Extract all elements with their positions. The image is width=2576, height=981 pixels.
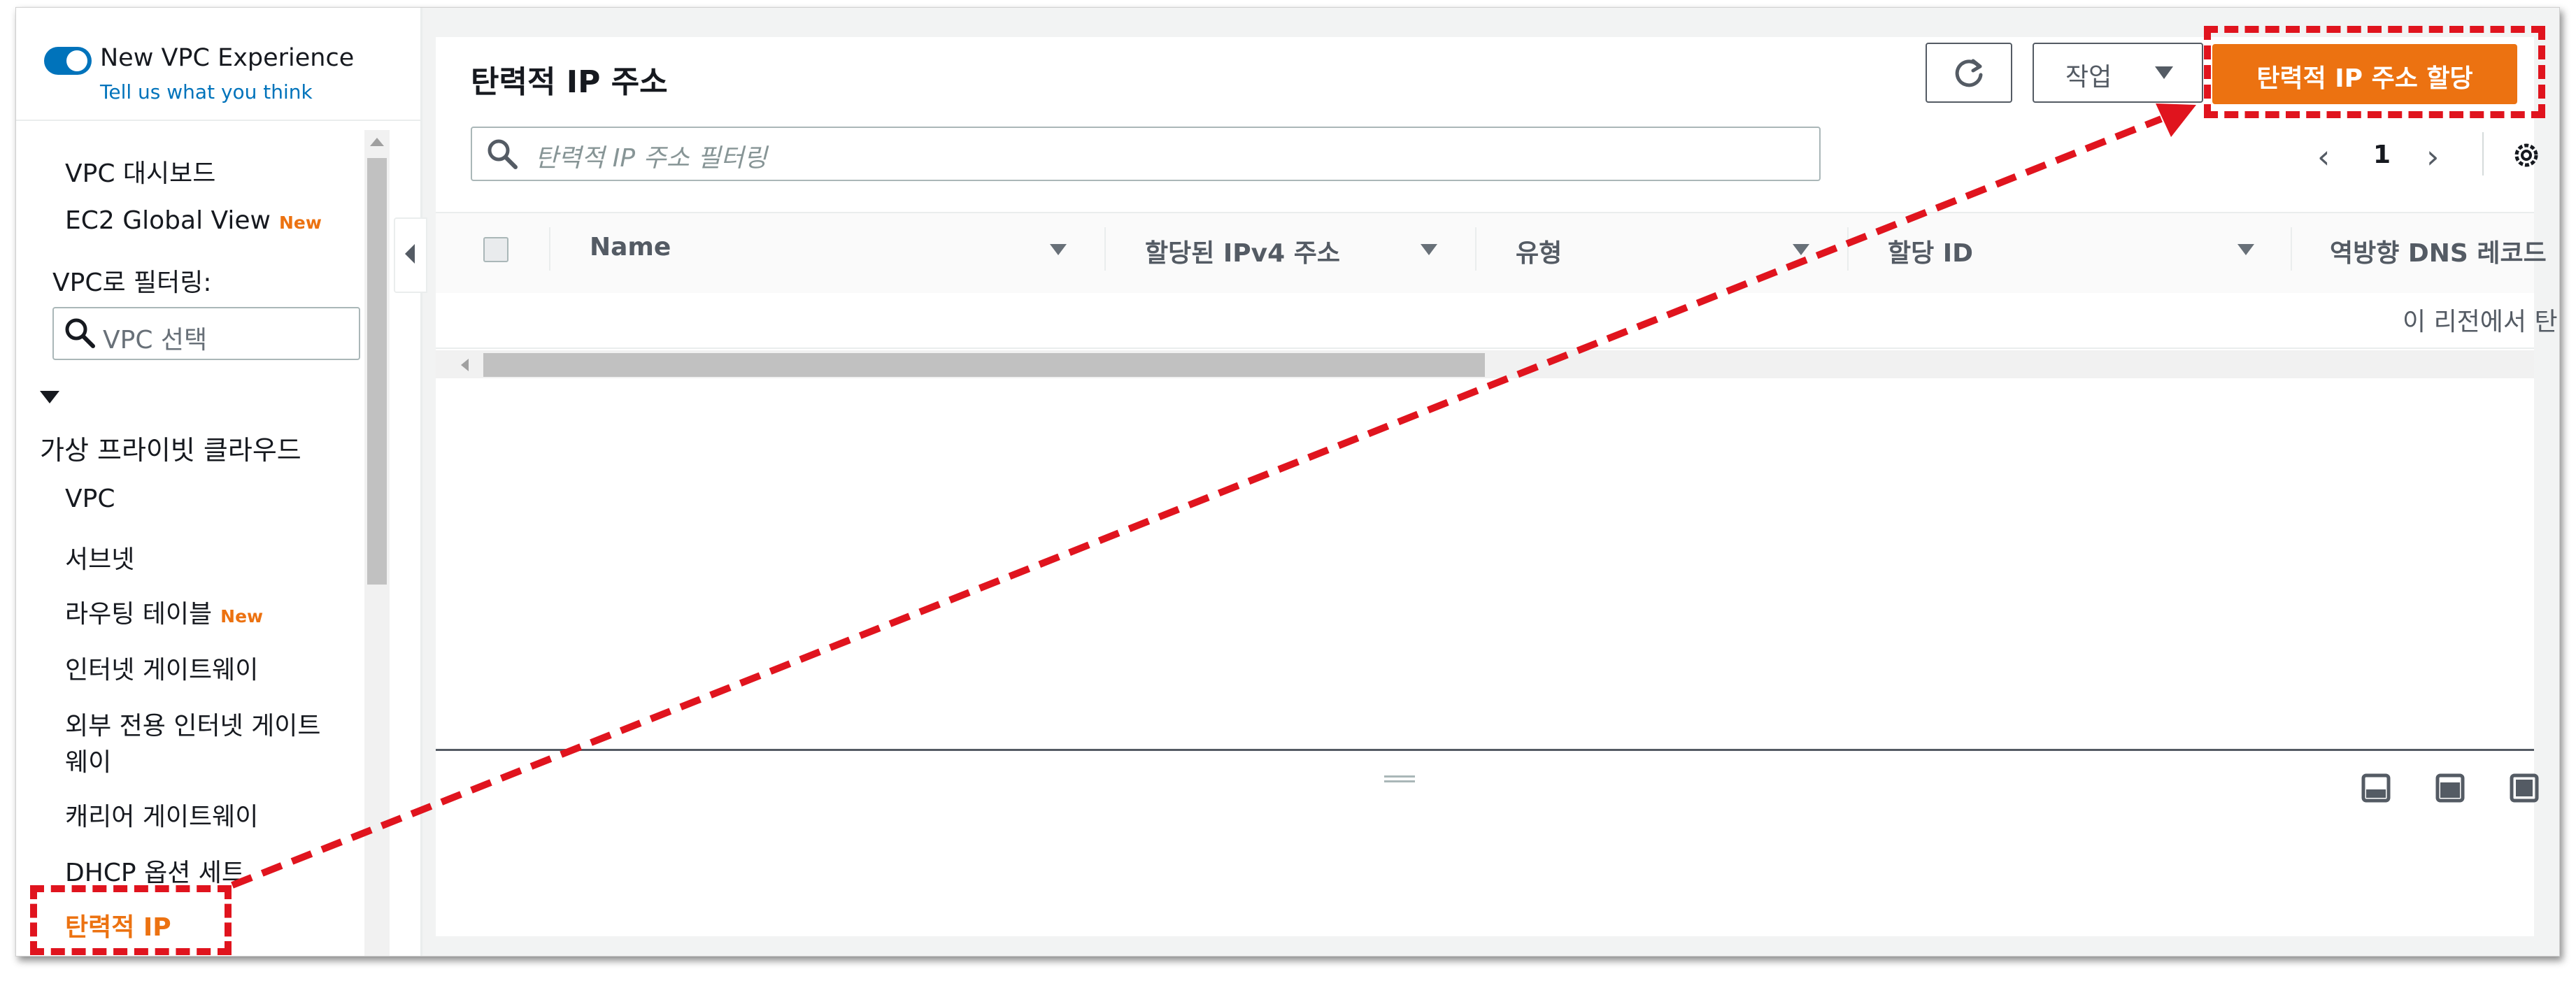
annotation-arrow [231,103,2196,889]
